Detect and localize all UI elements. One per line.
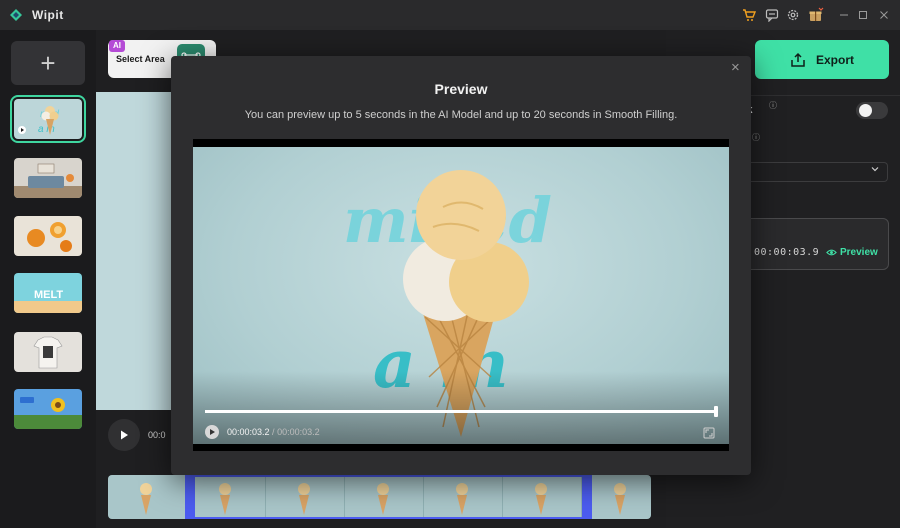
video-progress-fill (205, 410, 717, 413)
ai-badge: AI (109, 40, 125, 52)
timeline-start-handle[interactable] (185, 475, 195, 519)
add-image-button[interactable]: + (11, 41, 85, 85)
thumbnail-sunflower-girl[interactable] (14, 389, 82, 429)
video-play-button[interactable] (205, 425, 219, 439)
cart-icon[interactable] (741, 7, 757, 23)
export-icon (791, 52, 805, 67)
player-time: 00:0 (148, 430, 166, 440)
thumbnail-ice-cream[interactable]: mi d a m (10, 95, 86, 143)
thumbnail-living-room[interactable] (14, 158, 82, 198)
eye-icon (826, 249, 837, 256)
export-button[interactable]: Export (755, 40, 889, 79)
thumbnail-oranges[interactable] (14, 216, 82, 256)
app-logo-icon (10, 9, 22, 21)
preview-link-label: Preview (840, 247, 878, 258)
melt-text: MELT (34, 289, 63, 301)
modal-description: You can preview up to 5 seconds in the A… (244, 109, 678, 121)
toggle-knob (859, 104, 872, 117)
info-icon[interactable]: ⓘ (769, 100, 777, 111)
video-player[interactable]: mixed a m (193, 139, 729, 451)
gift-icon[interactable] (808, 7, 824, 23)
chevron-down-icon (870, 164, 880, 177)
fullscreen-icon[interactable] (703, 427, 715, 439)
info-icon[interactable]: ⓘ (752, 132, 760, 143)
thumbnail-melt[interactable]: MELT (14, 273, 82, 313)
model-dropdown[interactable] (738, 162, 888, 182)
video-progress-knob[interactable] (714, 406, 718, 417)
play-icon (210, 429, 215, 435)
preview-time-card (738, 218, 889, 270)
timeline-end-handle[interactable] (582, 475, 592, 519)
minimize-icon[interactable] (836, 7, 852, 23)
feedback-icon[interactable] (764, 7, 780, 23)
modal-close-button[interactable]: × (731, 59, 740, 76)
video-duration: 00:00:03.2 (277, 427, 320, 437)
settings-icon[interactable] (785, 7, 801, 23)
app-title: Wipit (32, 8, 64, 22)
modal-title: Preview (434, 81, 488, 97)
timeline-selection[interactable] (185, 475, 592, 519)
play-icon (121, 430, 128, 440)
preview-duration: 00:00:03.9 (754, 247, 820, 258)
video-time-separator: / (269, 427, 278, 437)
play-button[interactable] (108, 419, 140, 451)
select-area-label: Select Area (116, 54, 165, 64)
close-icon[interactable] (876, 7, 892, 23)
canvas-image (96, 92, 176, 412)
video-time: 00:00:03.2 / 00:00:03.2 (227, 427, 320, 437)
video-current-time: 00:00:03.2 (227, 427, 270, 437)
thumbnail-tshirt[interactable] (14, 332, 82, 372)
preview-link[interactable]: Preview (826, 247, 878, 258)
export-label: Export (815, 52, 854, 67)
maximize-icon[interactable] (855, 7, 871, 23)
